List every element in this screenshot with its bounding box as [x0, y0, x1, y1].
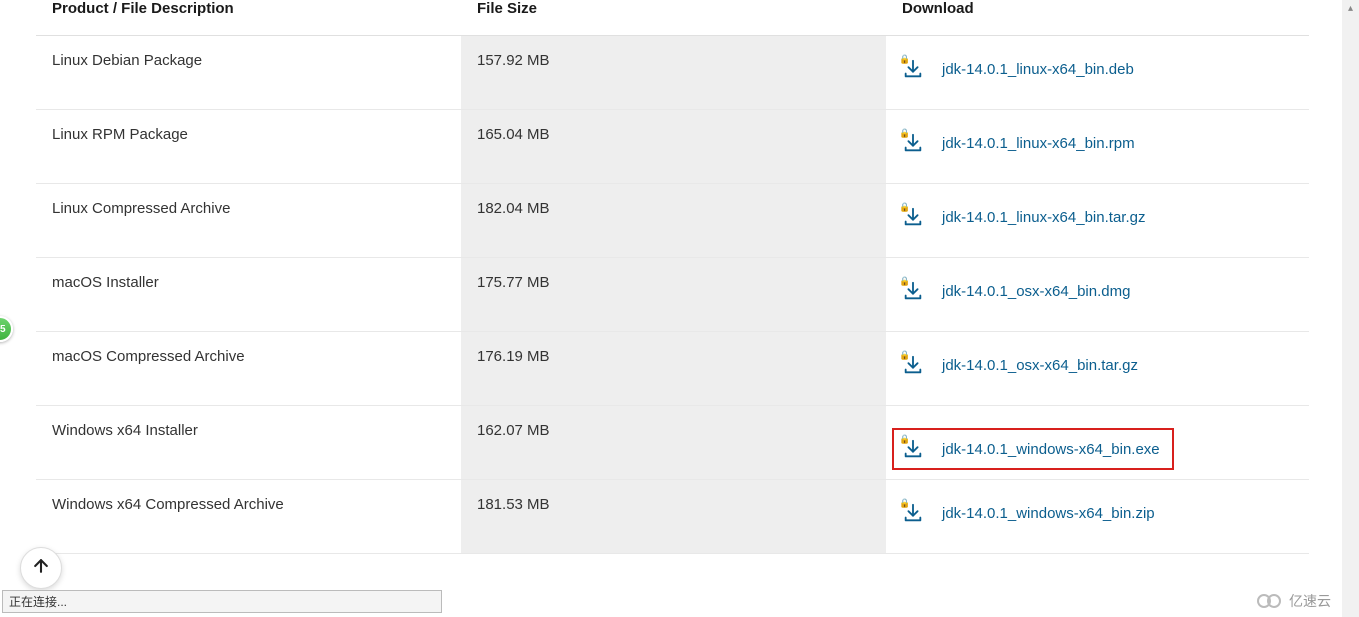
- download-icon: 🔒: [902, 354, 924, 376]
- cell-size: 175.77 MB: [461, 258, 886, 332]
- download-filename: jdk-14.0.1_windows-x64_bin.exe: [942, 441, 1160, 458]
- cell-size: 181.53 MB: [461, 480, 886, 554]
- cell-product: macOS Installer: [36, 258, 461, 332]
- lock-icon: 🔒: [899, 128, 910, 139]
- download-icon: 🔒: [902, 132, 924, 154]
- scroll-to-top-button[interactable]: [20, 547, 62, 589]
- table-header-row: Product / File Description File Size Dow…: [36, 0, 1309, 36]
- table-row: Linux Debian Package157.92 MB 🔒 jdk-14.0…: [36, 36, 1309, 110]
- download-filename: jdk-14.0.1_windows-x64_bin.zip: [942, 505, 1155, 522]
- cell-size: 162.07 MB: [461, 406, 886, 480]
- col-header-size: File Size: [461, 0, 886, 36]
- download-link[interactable]: 🔒 jdk-14.0.1_osx-x64_bin.tar.gz: [902, 354, 1138, 376]
- cell-product: Windows x64 Compressed Archive: [36, 480, 461, 554]
- download-filename: jdk-14.0.1_osx-x64_bin.dmg: [942, 283, 1130, 300]
- download-link[interactable]: 🔒 jdk-14.0.1_linux-x64_bin.deb: [902, 58, 1134, 80]
- lock-icon: 🔒: [899, 276, 910, 287]
- download-link[interactable]: 🔒 jdk-14.0.1_windows-x64_bin.zip: [902, 502, 1155, 524]
- cell-download: 🔒 jdk-14.0.1_linux-x64_bin.tar.gz: [886, 184, 1309, 258]
- lock-icon: 🔒: [899, 350, 910, 361]
- vertical-scrollbar[interactable]: ▴: [1342, 0, 1359, 617]
- download-icon: 🔒: [902, 206, 924, 228]
- brand-logo-icon: [1257, 591, 1285, 611]
- table-row: Linux RPM Package165.04 MB 🔒 jdk-14.0.1_…: [36, 110, 1309, 184]
- brand-watermark: 亿速云: [1257, 591, 1331, 611]
- browser-status-bar: 正在连接...: [2, 590, 442, 613]
- download-filename: jdk-14.0.1_osx-x64_bin.tar.gz: [942, 357, 1138, 374]
- cell-download: 🔒 jdk-14.0.1_linux-x64_bin.rpm: [886, 110, 1309, 184]
- cell-product: Linux RPM Package: [36, 110, 461, 184]
- lock-icon: 🔒: [899, 54, 910, 65]
- col-header-product: Product / File Description: [36, 0, 461, 36]
- cell-download: 🔒 jdk-14.0.1_osx-x64_bin.dmg: [886, 258, 1309, 332]
- download-filename: jdk-14.0.1_linux-x64_bin.rpm: [942, 135, 1135, 152]
- col-header-download: Download: [886, 0, 1309, 36]
- download-link[interactable]: 🔒 jdk-14.0.1_osx-x64_bin.dmg: [902, 280, 1130, 302]
- lock-icon: 🔒: [899, 498, 910, 509]
- downloads-table-container: Product / File Description File Size Dow…: [36, 0, 1309, 554]
- download-icon: 🔒: [902, 438, 924, 460]
- brand-text: 亿速云: [1289, 591, 1331, 611]
- lock-icon: 🔒: [899, 434, 910, 445]
- cell-download: 🔒 jdk-14.0.1_windows-x64_bin.zip: [886, 480, 1309, 554]
- download-filename: jdk-14.0.1_linux-x64_bin.tar.gz: [942, 209, 1145, 226]
- download-icon: 🔒: [902, 502, 924, 524]
- downloads-table: Product / File Description File Size Dow…: [36, 0, 1309, 554]
- cell-product: Linux Compressed Archive: [36, 184, 461, 258]
- cell-size: 165.04 MB: [461, 110, 886, 184]
- cell-size: 182.04 MB: [461, 184, 886, 258]
- scroll-up-arrow-icon[interactable]: ▴: [1342, 0, 1359, 17]
- cell-download: 🔒 jdk-14.0.1_linux-x64_bin.deb: [886, 36, 1309, 110]
- table-row: macOS Compressed Archive176.19 MB 🔒 jdk-…: [36, 332, 1309, 406]
- download-link[interactable]: 🔒 jdk-14.0.1_linux-x64_bin.rpm: [902, 132, 1135, 154]
- download-icon: 🔒: [902, 58, 924, 80]
- download-icon: 🔒: [902, 280, 924, 302]
- cell-size: 157.92 MB: [461, 36, 886, 110]
- table-row: Windows x64 Compressed Archive181.53 MB …: [36, 480, 1309, 554]
- cell-size: 176.19 MB: [461, 332, 886, 406]
- cell-product: macOS Compressed Archive: [36, 332, 461, 406]
- download-link[interactable]: 🔒 jdk-14.0.1_linux-x64_bin.tar.gz: [902, 206, 1145, 228]
- cell-download: 🔒 jdk-14.0.1_osx-x64_bin.tar.gz: [886, 332, 1309, 406]
- cell-download: 🔒 jdk-14.0.1_windows-x64_bin.exe: [886, 406, 1309, 480]
- download-filename: jdk-14.0.1_linux-x64_bin.deb: [942, 61, 1134, 78]
- download-link[interactable]: 🔒 jdk-14.0.1_windows-x64_bin.exe: [892, 428, 1174, 470]
- cell-product: Linux Debian Package: [36, 36, 461, 110]
- arrow-up-icon: [31, 556, 51, 581]
- lock-icon: 🔒: [899, 202, 910, 213]
- table-row: macOS Installer175.77 MB 🔒 jdk-14.0.1_os…: [36, 258, 1309, 332]
- cell-product: Windows x64 Installer: [36, 406, 461, 480]
- performance-badge[interactable]: 75: [0, 316, 13, 342]
- table-row: Windows x64 Installer162.07 MB 🔒 jdk-14.…: [36, 406, 1309, 480]
- table-row: Linux Compressed Archive182.04 MB 🔒 jdk-…: [36, 184, 1309, 258]
